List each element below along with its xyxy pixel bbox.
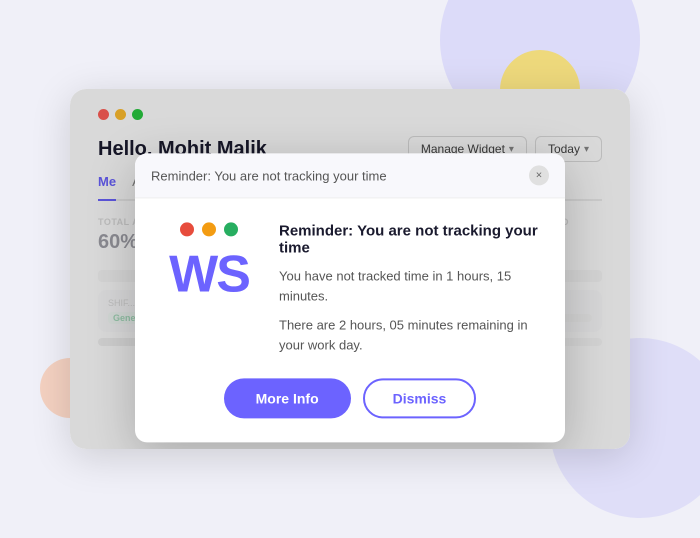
ws-dot-red (180, 222, 194, 236)
modal-body: WS Reminder: You are not tracking your t… (135, 198, 565, 378)
main-window: Hello, Mohit Malik Manage Widget ▾ Today… (70, 89, 630, 449)
ws-dot-green (224, 222, 238, 236)
modal-description-1: You have not tracked time in 1 hours, 15… (279, 266, 541, 305)
dismiss-button[interactable]: Dismiss (363, 378, 477, 418)
modal-header: Reminder: You are not tracking your time… (135, 153, 565, 198)
reminder-modal: Reminder: You are not tracking your time… (135, 153, 565, 442)
modal-header-title: Reminder: You are not tracking your time (151, 168, 387, 183)
more-info-button[interactable]: More Info (224, 378, 351, 418)
modal-main-title: Reminder: You are not tracking your time (279, 222, 541, 256)
modal-close-button[interactable]: × (529, 165, 549, 185)
ws-logo-area: WS (159, 222, 259, 354)
ws-dot-orange (202, 222, 216, 236)
close-icon: × (536, 169, 542, 181)
ws-logo-text: WS (169, 248, 249, 300)
ws-dots (180, 222, 238, 236)
modal-footer: More Info Dismiss (135, 378, 565, 442)
modal-content-text: Reminder: You are not tracking your time… (279, 222, 541, 354)
modal-description-2: There are 2 hours, 05 minutes remaining … (279, 315, 541, 354)
